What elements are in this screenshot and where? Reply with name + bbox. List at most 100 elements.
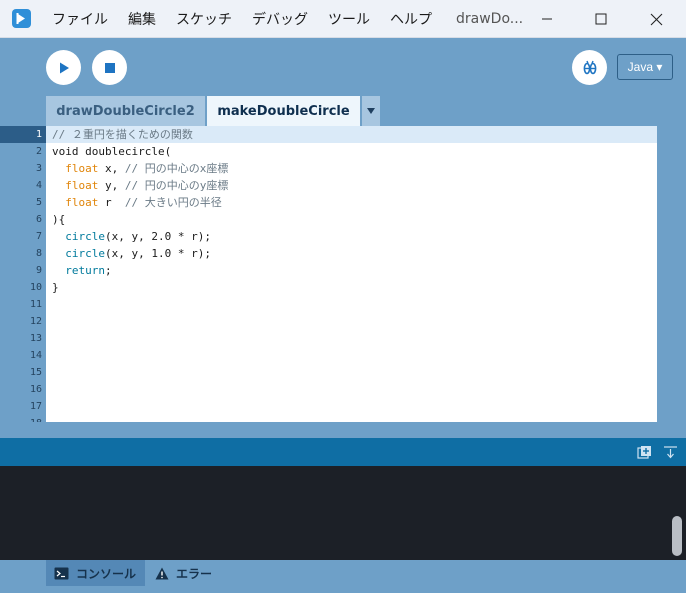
console-header xyxy=(0,438,686,466)
tab-drawdoublecircle2[interactable]: drawDoubleCircle2 xyxy=(46,96,205,126)
code-line[interactable]: return; xyxy=(46,262,657,279)
minimize-button[interactable] xyxy=(524,0,570,38)
line-number: 6 xyxy=(35,214,42,225)
run-button[interactable] xyxy=(46,50,81,85)
tab-makedoublecircle[interactable]: makeDoubleCircle xyxy=(207,96,360,126)
tab-errors-label: エラー xyxy=(176,566,213,581)
code-text-area[interactable]: // ２重円を描くための関数 void doublecircle( float x… xyxy=(46,126,657,422)
menu-file[interactable]: ファイル xyxy=(52,9,108,29)
code-token: (x, y, 1.0 * r); xyxy=(105,247,211,260)
processing-app-icon xyxy=(12,9,31,28)
line-number: 11 xyxy=(29,299,42,310)
code-token: x, xyxy=(98,162,125,175)
line-number: 13 xyxy=(29,333,42,344)
tab-label: drawDoubleCircle2 xyxy=(56,103,195,119)
code-token: circle xyxy=(65,247,105,260)
menu-bar: ファイル 編集 スケッチ デバッグ ツール ヘルプ xyxy=(52,0,452,38)
warning-icon xyxy=(155,567,169,579)
line-number: 8 xyxy=(35,248,42,259)
mode-selector[interactable]: Java ▾ xyxy=(617,54,673,80)
code-token: void xyxy=(52,145,86,158)
code-line[interactable]: float y, // 円の中心のy座標 xyxy=(46,177,657,194)
code-token: circle xyxy=(65,230,105,243)
toolbar: Java ▾ xyxy=(0,38,686,96)
menu-sketch[interactable]: スケッチ xyxy=(176,9,232,29)
code-line[interactable]: void doublecircle( xyxy=(46,143,657,160)
mode-label: Java ▾ xyxy=(627,60,663,74)
bottom-tab-bar: コンソール エラー xyxy=(0,560,686,593)
close-icon xyxy=(650,13,662,25)
tab-menu-button[interactable] xyxy=(362,96,380,126)
line-number: 18 xyxy=(2,415,42,422)
code-token: // 円の中心のy座標 xyxy=(124,179,229,192)
terminal-icon xyxy=(54,567,69,579)
sketch-tabs: drawDoubleCircle2 makeDoubleCircle xyxy=(0,96,686,126)
code-token: // ２重円を描くための関数 xyxy=(52,128,193,141)
editor-right-margin xyxy=(657,126,686,422)
code-editor: 123456789101112131415161718 // ２重円を描くための… xyxy=(0,126,686,422)
tab-console-label: コンソール xyxy=(76,566,137,581)
line-number: 12 xyxy=(29,316,42,327)
menu-edit[interactable]: 編集 xyxy=(128,9,156,29)
copy-console-button[interactable] xyxy=(636,444,652,460)
code-token: float xyxy=(65,162,99,175)
maximize-button[interactable] xyxy=(578,0,624,38)
code-line[interactable]: float r // 大きい円の半径 xyxy=(46,194,657,211)
minimize-icon xyxy=(542,18,552,20)
line-number: 7 xyxy=(35,231,42,242)
code-token: // 大きい円の半径 xyxy=(124,196,222,209)
stop-icon xyxy=(104,62,115,73)
clear-console-button[interactable] xyxy=(662,444,678,460)
stop-button[interactable] xyxy=(92,50,127,85)
line-number: 9 xyxy=(35,265,42,276)
line-number: 17 xyxy=(29,401,42,412)
close-button[interactable] xyxy=(633,0,679,38)
code-token: float xyxy=(65,179,99,192)
code-line[interactable]: circle(x, y, 2.0 * r); xyxy=(46,228,657,245)
code-line[interactable]: } xyxy=(46,279,657,296)
line-number: 3 xyxy=(35,163,42,174)
scroll-down-icon xyxy=(663,445,677,458)
line-number: 16 xyxy=(29,384,42,395)
line-number: 4 xyxy=(35,180,42,191)
code-token: ; xyxy=(105,264,112,277)
code-line[interactable]: circle(x, y, 1.0 * r); xyxy=(46,245,657,262)
menu-debug[interactable]: デバッグ xyxy=(252,9,308,29)
line-number: 14 xyxy=(29,350,42,361)
code-token: // 円の中心のx座標 xyxy=(124,162,229,175)
debugger-icon xyxy=(583,60,596,74)
code-token: doublecircle( xyxy=(85,145,172,158)
tab-label: makeDoubleCircle xyxy=(217,103,350,119)
tab-errors[interactable]: エラー xyxy=(155,560,212,586)
console-output[interactable] xyxy=(0,466,686,560)
line-number-gutter: 123456789101112131415161718 xyxy=(0,126,46,422)
menu-tools[interactable]: ツール xyxy=(328,9,370,29)
code-token: return xyxy=(65,264,105,277)
console-scrollbar-thumb[interactable] xyxy=(672,516,682,556)
tab-console[interactable]: コンソール xyxy=(46,560,145,586)
debugger-button[interactable] xyxy=(572,50,607,85)
title-bar: ファイル 編集 スケッチ デバッグ ツール ヘルプ drawDo... xyxy=(0,0,686,38)
code-token: y, xyxy=(98,179,125,192)
code-line[interactable]: // ２重円を描くための関数 xyxy=(46,126,657,143)
code-token: ){ xyxy=(52,213,66,226)
window-title: drawDo... xyxy=(456,11,524,27)
line-number: 2 xyxy=(35,146,42,157)
chevron-down-icon xyxy=(367,108,375,114)
code-line[interactable]: float x, // 円の中心のx座標 xyxy=(46,160,657,177)
code-token: float xyxy=(65,196,99,209)
code-token: r xyxy=(98,196,125,209)
code-token: (x, y, 2.0 * r); xyxy=(105,230,211,243)
menu-help[interactable]: ヘルプ xyxy=(390,9,432,29)
line-number: 10 xyxy=(29,282,42,293)
play-icon xyxy=(59,62,69,73)
line-number: 1 xyxy=(0,126,46,143)
line-number: 5 xyxy=(35,197,42,208)
code-line[interactable]: ){ xyxy=(46,211,657,228)
